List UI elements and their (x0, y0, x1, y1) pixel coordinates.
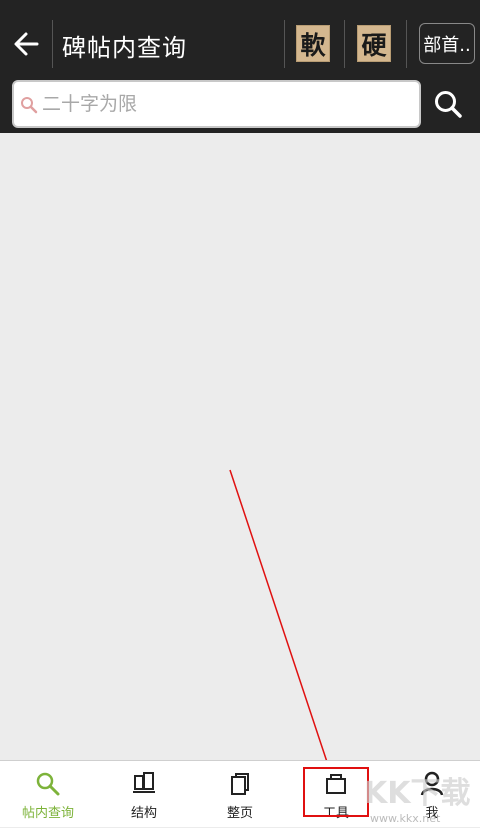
tab-label: 结构 (130, 806, 157, 821)
tab-label: 帖内查询 (21, 806, 74, 821)
divider (284, 20, 285, 68)
divider (344, 20, 345, 68)
page-title: 碑帖内查询 (62, 34, 187, 62)
tab-page[interactable]: 整页 (192, 761, 288, 828)
search-icon (36, 772, 60, 796)
watermark-logo: KK下载 (364, 776, 471, 811)
tools-highlight-box (303, 767, 369, 817)
radical-button[interactable]: 部首.. (419, 23, 475, 64)
hard-pen-button[interactable]: 硬 (357, 25, 391, 62)
search-box (12, 80, 421, 128)
header-bar: 碑帖内查询 軟 硬 部首.. (0, 0, 480, 133)
search-input[interactable] (42, 90, 412, 118)
search-icon (435, 91, 462, 118)
tab-structure[interactable]: 结构 (96, 761, 192, 828)
annotation-arrow (229, 469, 328, 760)
results-area (0, 133, 480, 760)
structure-icon (133, 772, 155, 793)
divider (52, 20, 53, 68)
page-icon (231, 773, 249, 795)
soft-pen-button[interactable]: 軟 (296, 25, 330, 62)
arrow-left-icon (14, 32, 39, 56)
watermark-url: www.kkx.net (370, 812, 441, 825)
divider (406, 20, 407, 68)
tab-label: 整页 (226, 806, 253, 821)
search-button[interactable] (428, 84, 468, 124)
top-toolbar: 碑帖内查询 軟 硬 部首.. (0, 0, 480, 86)
back-button[interactable] (8, 26, 44, 62)
search-hint-icon (21, 97, 38, 114)
tab-search[interactable]: 帖内查询 (0, 761, 96, 828)
